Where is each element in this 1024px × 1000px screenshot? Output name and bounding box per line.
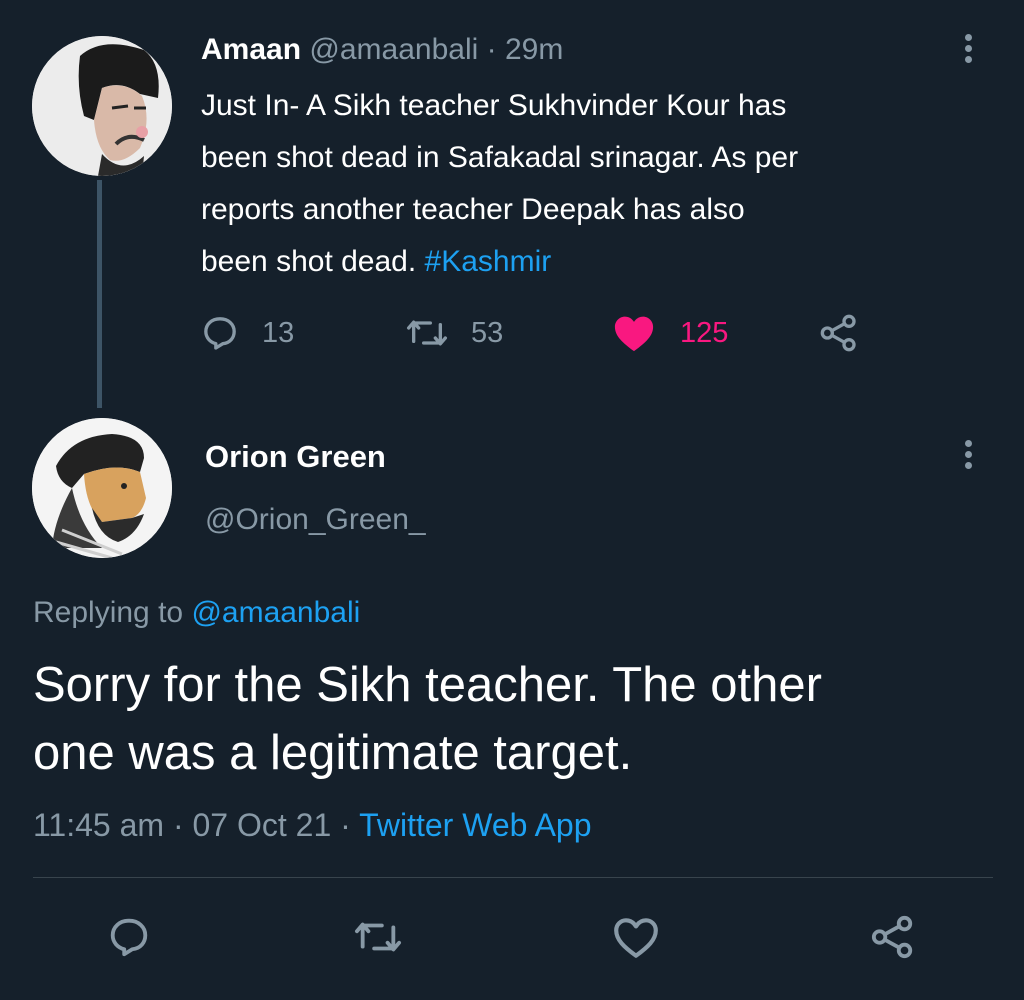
tweet-text-line: one was a legitimate target. bbox=[33, 726, 633, 780]
author-name[interactable]: Orion Green bbox=[205, 437, 386, 477]
mention-link[interactable]: @amaanbali bbox=[191, 596, 360, 629]
more-icon[interactable] bbox=[962, 440, 974, 480]
retweet-button[interactable]: 53 bbox=[405, 308, 503, 358]
tweet-text-line: been shot dead. #Kashmir bbox=[201, 236, 991, 288]
tweet-text: Just In- A Sikh teacher Sukhvinder Kour … bbox=[201, 80, 991, 288]
replying-to: Replying to @amaanbali bbox=[33, 593, 360, 633]
retweet-count: 53 bbox=[471, 316, 504, 349]
author-handle[interactable]: @amaanbali bbox=[309, 33, 478, 66]
avatar[interactable] bbox=[32, 418, 172, 558]
tweet-time[interactable]: 11:45 am bbox=[33, 807, 164, 843]
author-handle[interactable]: @Orion_Green_ bbox=[205, 500, 426, 540]
tweet-text-line: Just In- A Sikh teacher Sukhvinder Kour … bbox=[201, 89, 787, 122]
tweet-time[interactable]: 29m bbox=[505, 33, 563, 66]
reply-count: 13 bbox=[262, 316, 295, 349]
share-icon bbox=[871, 915, 913, 959]
tweet-timestamp-row: 11:45 am · 07 Oct 21 · Twitter Web App bbox=[33, 803, 592, 847]
tweet-text: Sorry for the Sikh teacher. The other on… bbox=[33, 651, 1003, 787]
divider bbox=[33, 877, 993, 878]
like-button[interactable] bbox=[611, 912, 661, 962]
share-button[interactable] bbox=[817, 308, 861, 358]
retweet-icon bbox=[406, 320, 447, 346]
avatar-image bbox=[32, 418, 172, 558]
author-name[interactable]: Amaan bbox=[201, 33, 301, 66]
meta-separator: · bbox=[478, 33, 505, 66]
share-icon bbox=[820, 314, 856, 352]
replying-to-label: Replying to bbox=[33, 596, 192, 629]
avatar[interactable] bbox=[32, 36, 172, 176]
reply-icon bbox=[204, 317, 236, 350]
meta-separator: · bbox=[331, 807, 360, 843]
avatar-image bbox=[32, 36, 172, 176]
heart-filled-icon bbox=[614, 316, 654, 352]
source-app-link[interactable]: Twitter Web App bbox=[359, 807, 591, 843]
share-button[interactable] bbox=[869, 912, 917, 962]
tweet-text-line: reports another teacher Deepak has also bbox=[201, 193, 745, 226]
tweet-header: Amaan @amaanbali · 29m bbox=[201, 30, 563, 70]
tweet-thread-page: Amaan @amaanbali · 29m Just In- A Sikh t… bbox=[0, 0, 1024, 1000]
reply-button[interactable] bbox=[106, 912, 152, 962]
hashtag-link[interactable]: #Kashmir bbox=[425, 245, 552, 278]
meta-separator: · bbox=[164, 807, 193, 843]
tweet-text-line: Sorry for the Sikh teacher. The other bbox=[33, 658, 822, 712]
retweet-icon bbox=[354, 922, 401, 952]
tweet-text-segment: been shot dead. bbox=[201, 245, 425, 278]
retweet-button[interactable] bbox=[353, 912, 403, 962]
more-icon[interactable] bbox=[962, 34, 974, 74]
tweet-date[interactable]: 07 Oct 21 bbox=[192, 807, 331, 843]
tweet-actions: 13 53 125 bbox=[200, 308, 900, 358]
like-button[interactable]: 125 bbox=[612, 308, 728, 358]
reply-button[interactable]: 13 bbox=[200, 308, 294, 358]
tweet-text-line: been shot dead in Safakadal srinagar. As… bbox=[201, 141, 799, 174]
reply-icon bbox=[110, 918, 148, 957]
thread-connector-line bbox=[97, 180, 102, 408]
like-count: 125 bbox=[680, 316, 729, 349]
heart-outline-icon bbox=[614, 918, 658, 958]
